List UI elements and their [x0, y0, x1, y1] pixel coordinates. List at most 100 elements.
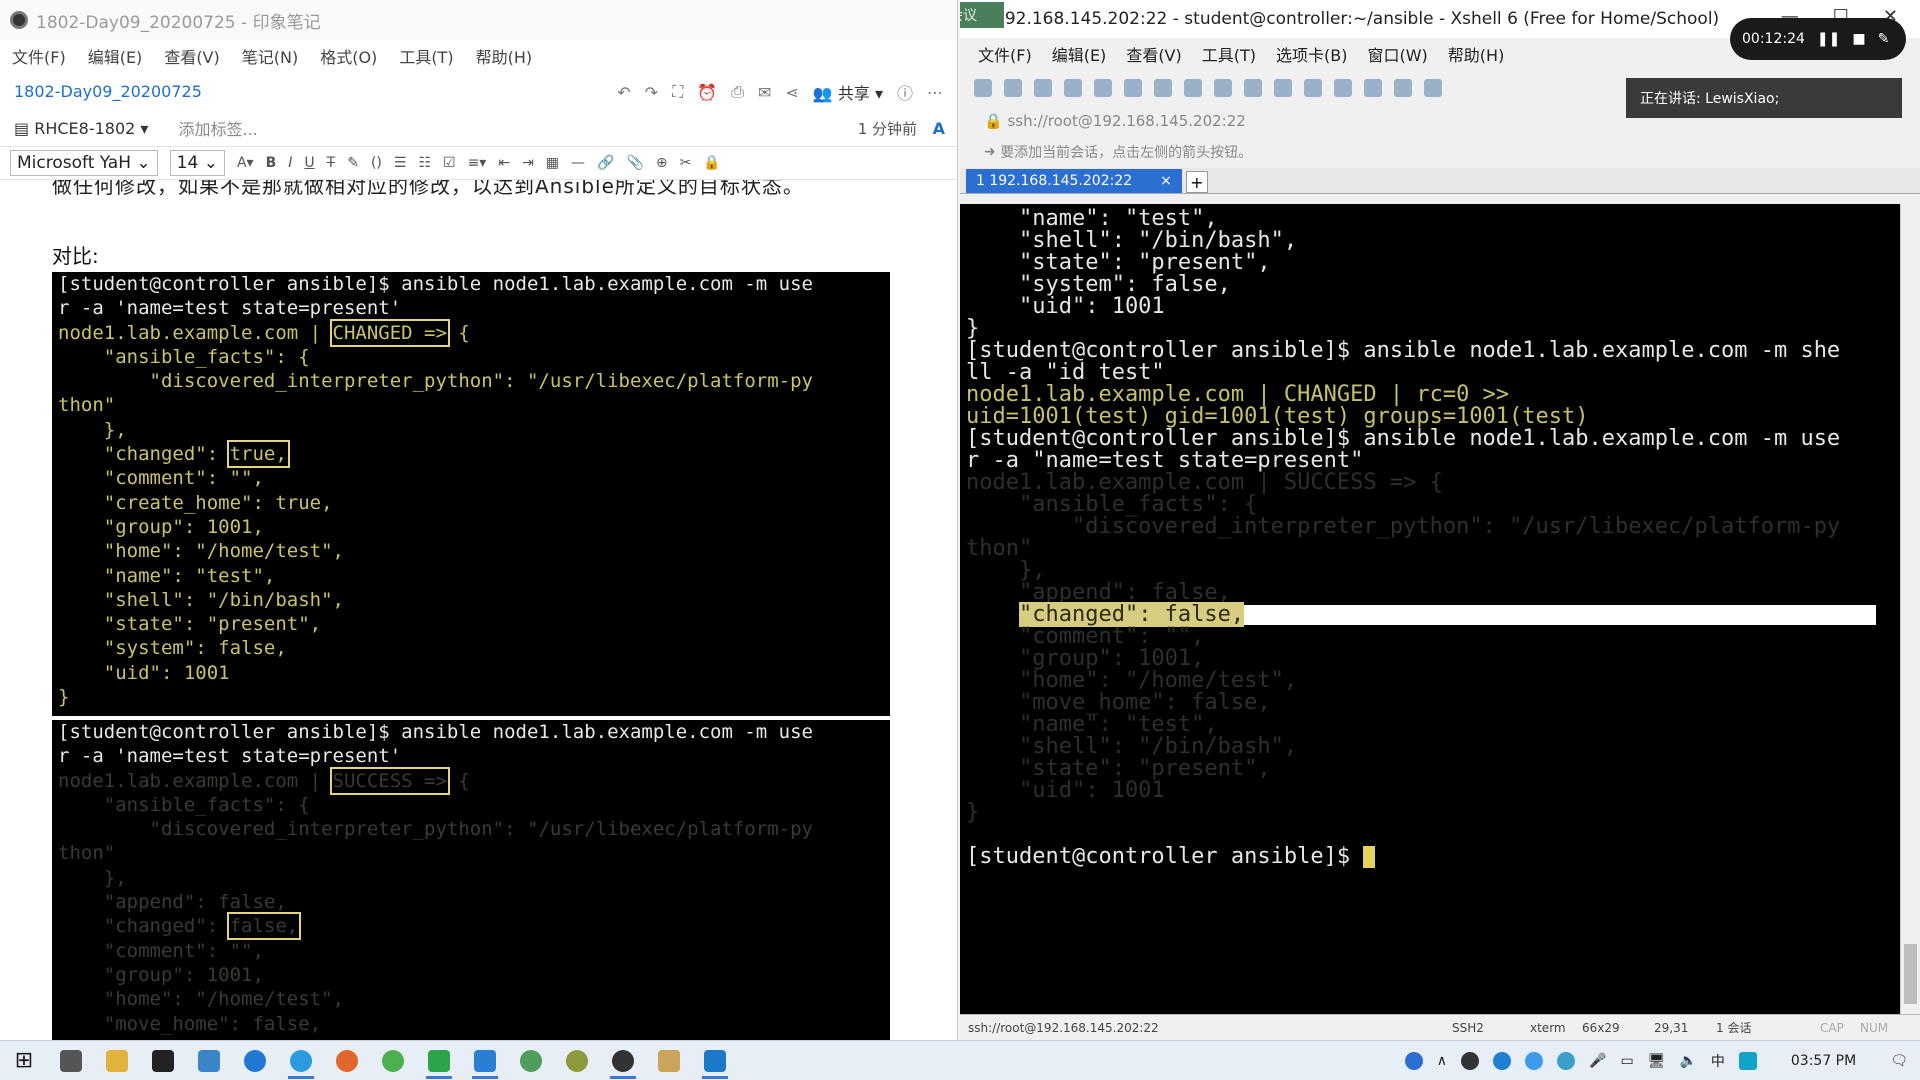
tray-app-icon[interactable] — [1461, 1052, 1479, 1070]
share-button[interactable]: 👥 共享 ▾ — [813, 80, 883, 104]
add-tab-button[interactable]: + — [1185, 171, 1208, 193]
chat-icon[interactable]: ✉ — [758, 83, 771, 102]
globe-icon[interactable] — [1184, 79, 1202, 97]
table-icon[interactable]: ▦ — [546, 155, 559, 171]
redo-icon[interactable]: ↷ — [645, 83, 658, 102]
open-folder-icon[interactable] — [1004, 79, 1022, 97]
photos-icon[interactable] — [692, 1041, 738, 1080]
tray-flag-icon[interactable] — [1557, 1052, 1575, 1070]
underline-icon[interactable]: U — [304, 155, 314, 171]
edge-browser-icon[interactable] — [232, 1041, 278, 1080]
strikethrough-icon[interactable]: T — [327, 155, 336, 171]
app-icon-blue[interactable] — [186, 1041, 232, 1080]
present-icon[interactable]: ⛶ — [672, 82, 683, 102]
xshell-taskbar-icon[interactable] — [416, 1041, 462, 1080]
indent-icon[interactable]: ⇥ — [522, 155, 534, 171]
font-family-select[interactable]: Microsoft YaH ⌄ — [10, 150, 158, 176]
terminal-scrollbar[interactable] — [1900, 204, 1920, 1014]
outdent-icon[interactable]: ⇤ — [498, 155, 510, 171]
xs-menu-view[interactable]: 查看(V) — [1126, 42, 1181, 66]
chrome-icon[interactable] — [370, 1041, 416, 1080]
pause-icon[interactable]: ❚❚ — [1817, 31, 1840, 47]
session-tab-1[interactable]: 1 192.168.145.202:22 × — [966, 169, 1182, 193]
xs-menu-help[interactable]: 帮助(H) — [1448, 42, 1505, 66]
print-icon[interactable]: ⎙ — [731, 82, 744, 102]
app-icon-tan[interactable] — [646, 1041, 692, 1080]
pen-icon[interactable]: ✎ — [1878, 31, 1890, 47]
attach-icon[interactable]: 📎 — [626, 155, 643, 171]
menu-help[interactable]: 帮助(H) — [476, 44, 533, 68]
file-explorer-icon[interactable] — [94, 1041, 140, 1080]
menu-edit[interactable]: 编辑(E) — [88, 44, 143, 68]
share-network-icon[interactable]: ⋖ — [785, 83, 798, 102]
note-body[interactable]: 做任何修改，如果不是那就做相对应的修改，以达到Ansible所定义的目标状态。 … — [0, 180, 957, 1040]
numbered-list-icon[interactable]: ☷ — [418, 155, 431, 171]
tray-app-icon-2[interactable] — [1738, 1052, 1757, 1070]
network-icon[interactable]: 🖥 — [1648, 1053, 1666, 1069]
xs-menu-tools[interactable]: 工具(T) — [1202, 42, 1256, 66]
xs-menu-tab[interactable]: 选项卡(B) — [1276, 42, 1347, 66]
clear-format-icon[interactable]: ✂ — [680, 155, 692, 171]
meeting-app-icon[interactable] — [278, 1041, 324, 1080]
notebook-selector[interactable]: ▤ RHCE8-1802 ▾ — [14, 119, 148, 138]
ime-icon[interactable]: 中 — [1711, 1051, 1725, 1071]
color-scheme-icon[interactable] — [1214, 79, 1232, 97]
app-icon-olive[interactable] — [554, 1041, 600, 1080]
help-icon[interactable] — [1404, 1052, 1423, 1070]
lock-icon[interactable]: 🔒 — [703, 155, 720, 171]
hr-icon[interactable]: — — [571, 155, 585, 171]
info-icon[interactable]: ⓘ — [897, 80, 913, 104]
text-color-icon[interactable]: A▾ — [237, 155, 254, 171]
keyboard-icon[interactable] — [1364, 79, 1382, 97]
windows-start-icon[interactable]: ⊞ — [0, 1041, 48, 1080]
more-icon[interactable]: ⋯ — [927, 83, 943, 102]
app-icon-green[interactable] — [508, 1041, 554, 1080]
scrollbar-thumb[interactable] — [1904, 944, 1917, 1004]
xftp-icon[interactable] — [1244, 79, 1262, 97]
task-view-icon[interactable] — [48, 1041, 94, 1080]
edited-time[interactable]: 1 分钟前 — [858, 118, 917, 139]
menu-file[interactable]: 文件(F) — [12, 44, 66, 68]
meeting-tag[interactable]: 腾讯会议 — [960, 2, 1004, 28]
highlight-icon[interactable]: ✎ — [347, 155, 359, 171]
battery-icon[interactable]: ▭ — [1620, 1053, 1633, 1069]
stop-icon[interactable]: ■ — [1852, 31, 1865, 47]
screenshot-icon[interactable] — [1424, 79, 1442, 97]
bullet-list-icon[interactable]: ☰ — [394, 155, 407, 171]
menu-format[interactable]: 格式(O) — [320, 44, 377, 68]
code-icon[interactable]: () — [371, 155, 382, 171]
new-session-icon[interactable] — [974, 79, 992, 97]
screenshot-changed[interactable]: [student@controller ansible]$ ansible no… — [52, 272, 890, 716]
font-size-select[interactable]: 14 ⌄ — [169, 150, 225, 176]
app-icon-dark[interactable] — [140, 1041, 186, 1080]
connect-icon[interactable] — [1034, 79, 1052, 97]
copy-icon[interactable] — [1154, 79, 1172, 97]
menu-view[interactable]: 查看(V) — [164, 44, 219, 68]
notification-icon[interactable]: 🗨 — [1890, 1053, 1908, 1069]
note-title[interactable]: 1802-Day09_20200725 — [14, 82, 202, 101]
insert-icon[interactable]: ⊕ — [656, 155, 668, 171]
properties-icon[interactable] — [1094, 79, 1112, 97]
terminal[interactable]: "name": "test", "shell": "/bin/bash", "s… — [960, 204, 1900, 1014]
clock[interactable]: 03:57 PM — [1791, 1053, 1856, 1069]
menu-tools[interactable]: 工具(T) — [399, 44, 453, 68]
screenshot-success[interactable]: [student@controller ansible]$ ansible no… — [52, 720, 890, 1040]
xs-menu-edit[interactable]: 编辑(E) — [1052, 42, 1107, 66]
find-icon[interactable] — [1124, 79, 1142, 97]
menu-note[interactable]: 笔记(N) — [242, 44, 298, 68]
microphone-icon[interactable]: 🎤 — [1589, 1053, 1606, 1069]
link-icon[interactable]: 🔗 — [597, 155, 614, 171]
script-icon[interactable] — [1394, 79, 1412, 97]
undo-icon[interactable]: ↶ — [617, 83, 630, 102]
firefox-icon[interactable] — [324, 1041, 370, 1080]
disconnect-icon[interactable] — [1064, 79, 1082, 97]
add-tag-field[interactable]: 添加标签... — [178, 116, 257, 140]
tray-chevron-icon[interactable]: ∧ — [1437, 1053, 1447, 1069]
bold-icon[interactable]: B — [266, 155, 277, 171]
dropbox-icon[interactable] — [1493, 1052, 1511, 1070]
xftp-taskbar-icon[interactable] — [462, 1041, 508, 1080]
reminder-icon[interactable]: ⏰ — [697, 83, 717, 102]
evernote-taskbar-icon[interactable] — [600, 1041, 646, 1080]
volume-icon[interactable]: 🔈 — [1679, 1053, 1696, 1069]
align-icon[interactable]: ≡▾ — [468, 155, 487, 171]
